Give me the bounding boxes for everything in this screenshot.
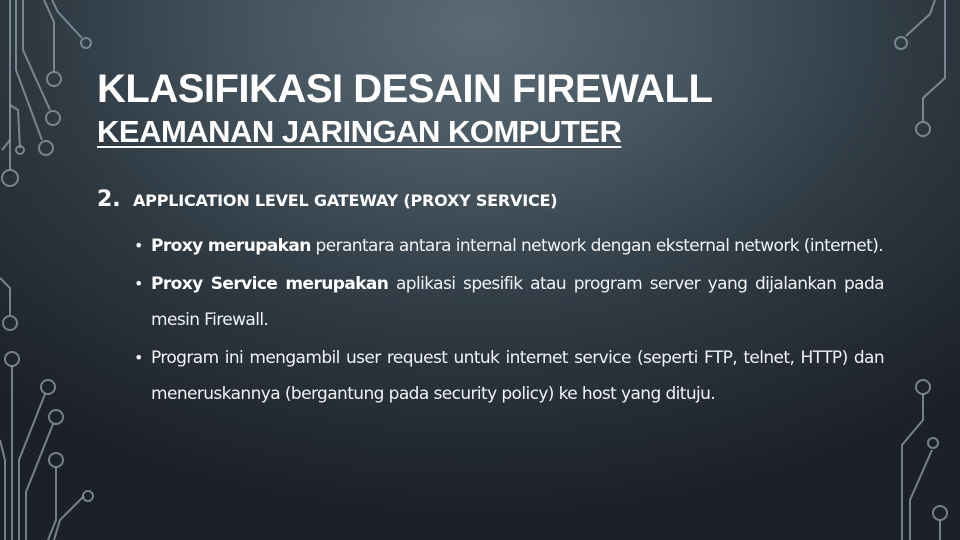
section-heading: 2. APPLICATION LEVEL GATEWAY (PROXY SERV… — [97, 187, 558, 212]
section-number: 2. — [97, 187, 121, 212]
bullet-icon: • — [134, 236, 143, 255]
slide-subtitle: KEAMANAN JARINGAN KOMPUTER — [97, 114, 622, 149]
bullet-icon: • — [134, 348, 143, 367]
slide-title: KLASIFIKASI DESAIN FIREWALL — [97, 67, 713, 111]
bullet-bold-lead: Proxy Service merupakan — [151, 274, 389, 294]
bullet-item: • Proxy Service merupakan aplikasi spesi… — [134, 266, 885, 338]
bullet-text: Program ini mengambil user request untuk… — [151, 348, 885, 404]
circuit-lines-left-top-icon — [1, 0, 92, 187]
circuit-lines-left-bottom-icon — [0, 277, 94, 540]
bullet-item: • Program ini mengambil user request unt… — [134, 340, 885, 412]
bullet-text: perantara antara internal network dengan… — [310, 236, 884, 256]
bullet-item: • Proxy merupakan perantara antara inter… — [134, 228, 884, 264]
bullet-bold-lead: Proxy merupakan — [151, 236, 311, 256]
circuit-lines-right-bottom-icon — [901, 379, 948, 540]
section-title: APPLICATION LEVEL GATEWAY (PROXY SERVICE… — [133, 191, 558, 210]
bullet-list: • Proxy merupakan perantara antara inter… — [134, 228, 885, 412]
bullet-icon: • — [134, 274, 143, 293]
circuit-lines-right-top-icon — [894, 0, 946, 137]
